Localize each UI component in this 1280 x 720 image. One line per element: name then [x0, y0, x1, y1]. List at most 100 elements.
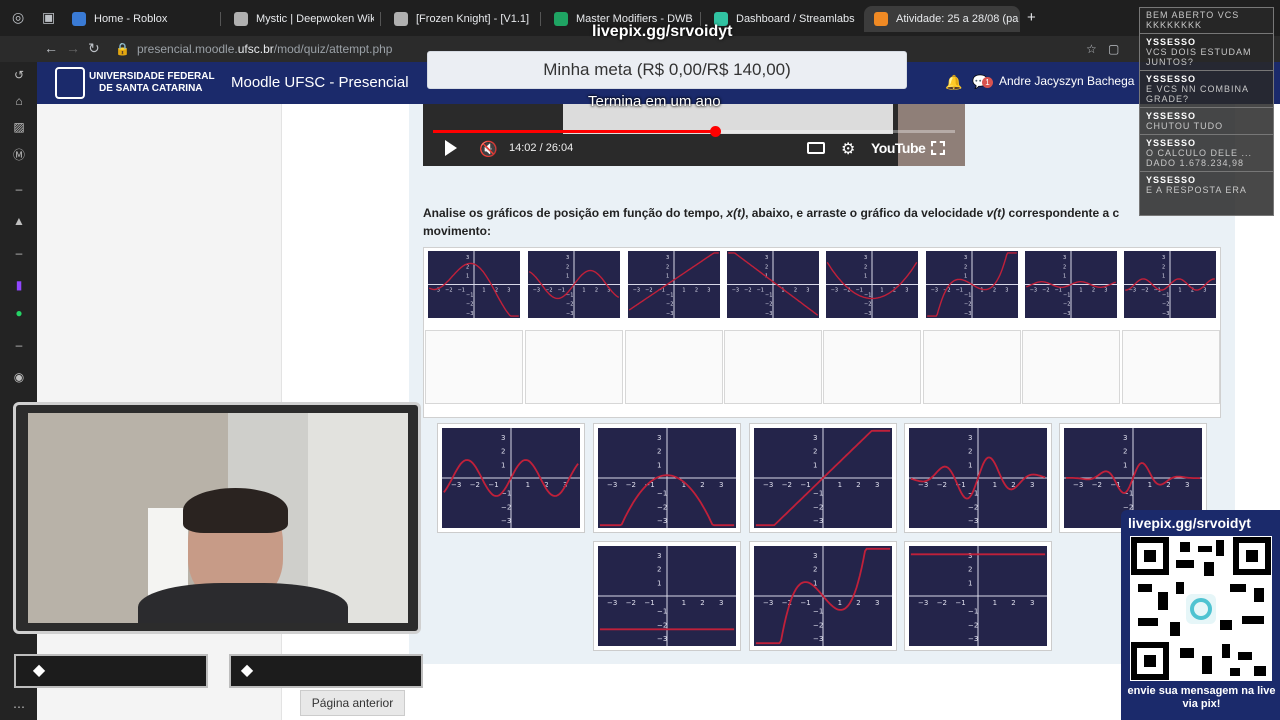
- tab-deepwoken-wiki[interactable]: Mystic | Deepwoken Wiki: [224, 6, 374, 32]
- x-tick-label: −2: [937, 481, 947, 489]
- drop-slot[interactable]: [525, 330, 623, 404]
- browser-menu-icon[interactable]: ◎: [12, 9, 24, 26]
- drop-slot[interactable]: [1122, 330, 1220, 404]
- y-tick-label: −1: [964, 292, 971, 298]
- video-scrubber[interactable]: [709, 126, 721, 137]
- user-menu[interactable]: Andre Jacyszyn Bachega: [999, 74, 1134, 88]
- x-tick-label: −1: [856, 288, 863, 294]
- y-tick-label: −3: [864, 311, 871, 317]
- velocity-graph[interactable]: −3−2−1123321−1−2−3: [909, 546, 1047, 646]
- twitch-icon[interactable]: ▮: [12, 278, 26, 292]
- y-tick-label: −2: [466, 302, 473, 308]
- drop-slot[interactable]: [823, 330, 921, 404]
- split-view-icon[interactable]: ▢: [1108, 42, 1119, 56]
- y-tick-label: 1: [964, 274, 967, 280]
- velocity-graph[interactable]: −3−2−1123321−1−2−3: [909, 428, 1047, 528]
- x-tick-label: −1: [1055, 288, 1062, 294]
- y-tick-label: 2: [813, 448, 817, 456]
- velocity-graph[interactable]: −3−2−1123321−1−2−3: [442, 428, 580, 528]
- bag-icon[interactable]: ⌂: [12, 94, 26, 108]
- url-prefix: presencial.moodle.: [137, 42, 238, 56]
- moodle-favicon-icon: [874, 12, 888, 26]
- y-tick-label: 3: [666, 255, 669, 261]
- drop-slot[interactable]: [625, 330, 723, 404]
- y-tick-label: −2: [657, 503, 667, 511]
- chat-user: YSSESSO: [1146, 37, 1197, 47]
- y-tick-label: 1: [968, 580, 972, 588]
- embedded-youtube-video[interactable]: 🔇 14:02 / 26:04 ⚙ YouTube: [423, 104, 965, 166]
- y-tick-label: 2: [968, 448, 972, 456]
- chat-message: YSSESSO E VCS NN COMBINA GRADE?: [1140, 71, 1273, 108]
- y-tick-label: −2: [1063, 302, 1070, 308]
- y-tick-label: 3: [964, 255, 967, 261]
- x-tick-label: 3: [1185, 481, 1189, 489]
- captions-icon[interactable]: [807, 142, 825, 154]
- y-tick-label: 1: [1123, 462, 1127, 470]
- university-line1: UNIVERSIDADE FEDERAL: [89, 71, 215, 82]
- whatsapp-icon[interactable]: ●: [12, 306, 26, 320]
- chat-text: E A RESPOSTA ERA: [1146, 185, 1247, 195]
- settings-gear-icon[interactable]: ⚙: [841, 139, 855, 159]
- url-field[interactable]: presencial.moodle.ufsc.br/mod/quiz/attem…: [137, 42, 392, 56]
- x-tick-label: −3: [451, 481, 461, 489]
- tab-frozen-knight[interactable]: [Frozen Knight] - [V1.1]: [384, 6, 534, 32]
- tab-title: Mystic | Deepwoken Wiki: [256, 13, 374, 25]
- velocity-graph[interactable]: −3−2−1123321−1−2−3: [754, 546, 892, 646]
- x-tick-label: 3: [1030, 599, 1034, 607]
- y-tick-label: 3: [1162, 255, 1165, 261]
- drop-slot[interactable]: [1022, 330, 1120, 404]
- tab-moodle-activity[interactable]: Atividade: 25 a 28/08 (pa: [864, 6, 1020, 32]
- ufsc-logo-icon[interactable]: [55, 67, 85, 99]
- arc-icon[interactable]: ▲: [12, 214, 26, 228]
- velocity-graph[interactable]: −3−2−1123321−1−2−3: [598, 428, 736, 528]
- y-tick-label: −1: [765, 292, 772, 298]
- lock-icon[interactable]: 🔒: [115, 42, 130, 56]
- chat-user: YSSESSO: [1146, 111, 1197, 121]
- play-icon[interactable]: [445, 140, 457, 156]
- extension-icon[interactable]: ☆: [1086, 42, 1097, 56]
- x-tick-label: 1: [838, 481, 842, 489]
- drop-slot[interactable]: [724, 330, 822, 404]
- y-tick-label: −3: [666, 311, 673, 317]
- x-tick-label: 1: [1079, 288, 1082, 294]
- y-tick-label: 1: [666, 274, 669, 280]
- x-tick-label: −3: [1073, 481, 1083, 489]
- m-app-icon[interactable]: Ⓜ: [12, 148, 26, 162]
- site-name[interactable]: Moodle UFSC - Presencial: [231, 74, 409, 91]
- velocity-graph[interactable]: −3−2−1123321−1−2−3: [754, 428, 892, 528]
- more-icon[interactable]: ⋯: [12, 700, 26, 714]
- y-tick-label: −1: [657, 607, 667, 615]
- y-tick-label: −3: [566, 311, 573, 317]
- drop-slot[interactable]: [425, 330, 523, 404]
- y-tick-label: −2: [765, 302, 772, 308]
- y-tick-label: −3: [968, 517, 978, 525]
- x-tick-label: 1: [682, 599, 686, 607]
- chat-text: E VCS NN COMBINA GRADE?: [1146, 84, 1249, 104]
- x-tick-label: 1: [993, 481, 997, 489]
- x-tick-label: 1: [682, 288, 685, 294]
- y-tick-label: −3: [813, 635, 823, 643]
- new-tab-button[interactable]: +: [1027, 9, 1036, 26]
- chat-text: BEM ABERTO VCS: [1146, 10, 1240, 20]
- question-text: Analise os gráficos de posição em função…: [423, 204, 1153, 240]
- muted-icon[interactable]: 🔇: [479, 140, 498, 158]
- forward-icon[interactable]: →: [66, 40, 80, 56]
- youtube-logo[interactable]: YouTube: [871, 140, 926, 156]
- reload-icon[interactable]: ↻: [88, 40, 100, 57]
- fullscreen-icon[interactable]: [931, 141, 945, 155]
- chat-user: YSSESSO: [1146, 175, 1197, 185]
- tab-roblox[interactable]: Home - Roblox: [62, 6, 217, 32]
- player-icon[interactable]: ◉: [12, 370, 26, 384]
- wallet-icon[interactable]: ▨: [12, 120, 26, 134]
- drop-slot[interactable]: [923, 330, 1021, 404]
- x-tick-label: 2: [794, 288, 797, 294]
- notifications-bell-icon[interactable]: 🔔: [945, 74, 962, 91]
- back-icon[interactable]: ←: [44, 40, 58, 56]
- x-tick-label: −1: [757, 288, 764, 294]
- tab-search-icon[interactable]: ▣: [42, 9, 55, 26]
- x-tick-label: −1: [800, 599, 810, 607]
- y-tick-label: 2: [864, 264, 867, 270]
- history-icon[interactable]: ↺: [12, 68, 26, 82]
- velocity-graph[interactable]: −3−2−1123321−1−2−3: [598, 546, 736, 646]
- previous-page-button[interactable]: Página anterior: [300, 690, 405, 716]
